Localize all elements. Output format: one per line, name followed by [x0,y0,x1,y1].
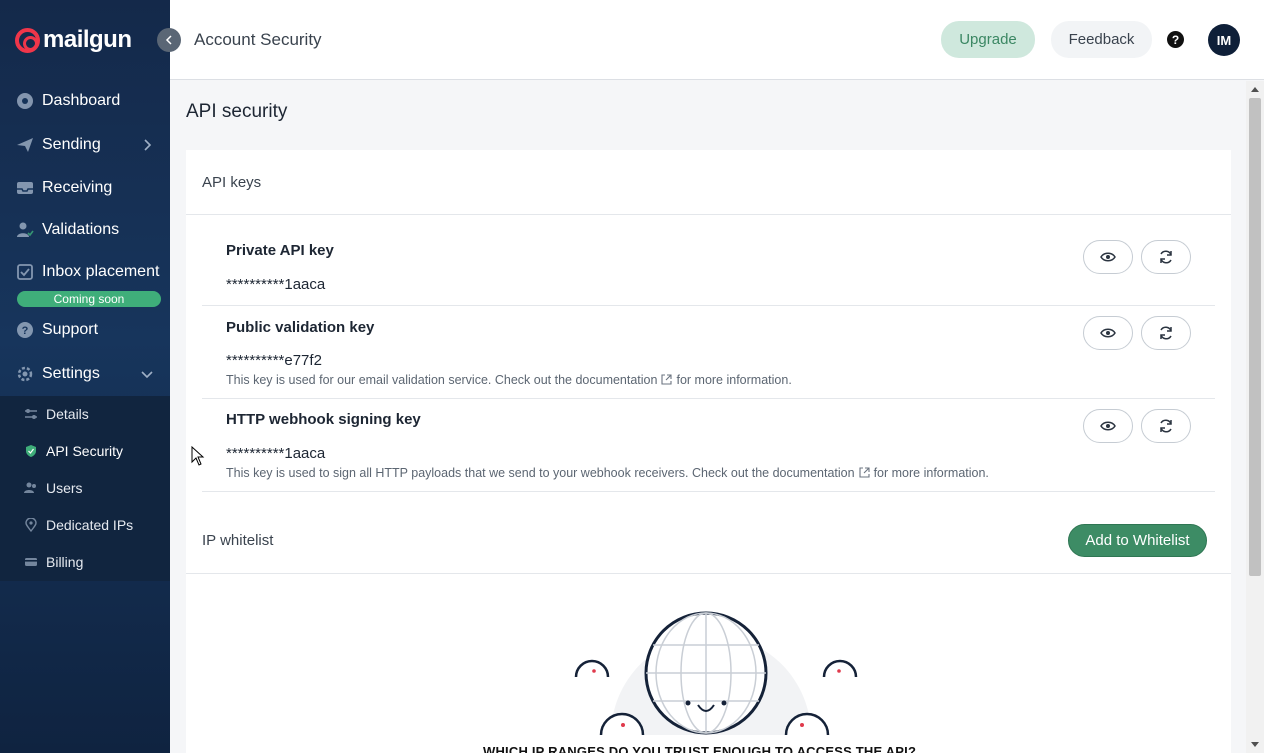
refresh-icon [1160,250,1172,264]
key-description: This key is used to sign all HTTP payloa… [226,466,989,480]
rotate-key-button[interactable] [1141,316,1191,350]
top-header: Account Security Upgrade Feedback ? IM [170,0,1264,80]
reveal-key-button[interactable] [1083,240,1133,274]
settings-submenu: Details API Security Users Dedicated IPs… [0,396,170,581]
key-value: **********1aaca [226,276,326,293]
chevron-right-icon [144,139,152,151]
help-icon[interactable]: ? [1167,31,1184,48]
ip-whitelist-heading: IP whitelist [202,532,274,549]
sliders-icon [25,409,37,419]
sidebar-item-dashboard[interactable]: Dashboard [16,88,166,114]
upgrade-button[interactable]: Upgrade [941,21,1035,58]
eye-icon [1100,421,1116,431]
sidebar-subitem-label: API Security [46,443,124,459]
key-name: Public validation key [226,319,375,336]
main-scrollbar[interactable] [1246,81,1264,753]
chevron-down-icon [141,371,153,379]
sidebar-subitem-users[interactable]: Users [24,475,83,501]
key-name: Private API key [226,242,334,259]
eye-icon [1100,252,1116,262]
help-circle-icon: ? [17,322,33,338]
svg-text:?: ? [22,325,29,337]
sidebar-item-sending[interactable]: Sending [16,132,166,158]
credit-card-icon [25,558,37,566]
sidebar-subitem-details[interactable]: Details [24,401,89,427]
feedback-button[interactable]: Feedback [1051,21,1152,58]
sidebar-item-label: Support [42,321,99,338]
sidebar: mailgun Dashboard Sending Receiving Vali… [0,0,170,753]
api-security-card: API keys Private API key **********1aaca… [186,150,1231,753]
scroll-down-arrow-icon[interactable] [1251,742,1259,747]
send-icon [17,138,33,152]
sidebar-subitem-label: Details [46,406,89,422]
users-icon [24,482,36,493]
reveal-key-button[interactable] [1083,409,1133,443]
globe-illustration [574,611,858,735]
refresh-icon [1160,419,1172,433]
checkbox-icon [17,264,33,280]
sidebar-item-label: Dashboard [42,92,121,109]
mouse-cursor-icon [191,446,205,466]
rotate-key-button[interactable] [1141,240,1191,274]
section-title: API security [186,101,288,122]
whitelist-empty-title: WHICH IP RANGES DO YOU TRUST ENOUGH TO A… [483,744,917,753]
api-key-row-private: Private API key **********1aaca [202,214,1215,306]
rotate-key-button[interactable] [1141,409,1191,443]
eye-icon [1100,328,1116,338]
scroll-thumb[interactable] [1249,98,1261,576]
scroll-up-arrow-icon[interactable] [1251,87,1259,92]
user-check-icon [17,222,34,237]
description-text: This key is used for our email validatio… [226,373,658,387]
logo-text: mailgun [43,26,132,53]
avatar[interactable]: IM [1208,24,1240,56]
main-content: API security API keys Private API key **… [170,81,1246,753]
sidebar-item-label: Settings [42,365,100,382]
key-description: This key is used for our email validatio… [226,373,792,387]
sidebar-subitem-label: Dedicated IPs [46,517,134,533]
sidebar-item-inbox-placement[interactable]: Inbox placement [16,259,166,285]
add-to-whitelist-button[interactable]: Add to Whitelist [1068,524,1207,557]
external-link-icon[interactable] [661,374,673,385]
sidebar-item-label: Receiving [42,179,113,196]
sidebar-subitem-billing[interactable]: Billing [24,549,83,575]
sidebar-item-validations[interactable]: Validations [16,217,166,243]
key-value: **********1aaca [226,445,326,462]
dashboard-icon [17,93,33,109]
description-text: This key is used to sign all HTTP payloa… [226,466,855,480]
sidebar-subitem-dedicated-ips[interactable]: Dedicated IPs [24,512,133,538]
sidebar-item-settings[interactable]: Settings [16,361,166,387]
reveal-key-button[interactable] [1083,316,1133,350]
refresh-icon [1160,326,1172,340]
sidebar-subitem-label: Billing [46,554,84,570]
divider [186,573,1231,574]
sidebar-item-label: Validations [42,221,120,238]
coming-soon-badge: Coming soon [17,291,161,307]
key-name: HTTP webhook signing key [226,411,421,428]
gear-icon [17,366,33,382]
mailgun-logo-icon [15,27,40,53]
location-pin-icon [25,518,37,532]
api-keys-heading: API keys [202,174,262,191]
sidebar-item-receiving[interactable]: Receiving [16,175,166,201]
api-key-row-webhook-signing: HTTP webhook signing key **********1aaca… [202,399,1215,492]
sidebar-item-label: Sending [42,136,101,153]
sidebar-collapse-button[interactable] [157,28,181,52]
mailgun-logo[interactable]: mailgun [15,26,132,54]
description-text: for more information. [873,466,989,480]
sidebar-item-label: Inbox placement [42,263,160,280]
external-link-icon[interactable] [859,467,870,478]
inbox-icon [17,182,33,194]
page-title: Account Security [194,30,322,49]
divider [202,491,1215,492]
sidebar-item-support[interactable]: ? Support [16,317,166,343]
sidebar-subitem-label: Users [46,480,83,496]
sidebar-subitem-api-security[interactable]: API Security [24,438,123,464]
shield-icon [26,445,36,457]
chevron-left-icon [165,35,172,45]
description-text: for more information. [676,373,792,387]
api-key-row-public-validation: Public validation key **********e77f2 Th… [202,306,1215,399]
key-value: **********e77f2 [226,352,322,369]
